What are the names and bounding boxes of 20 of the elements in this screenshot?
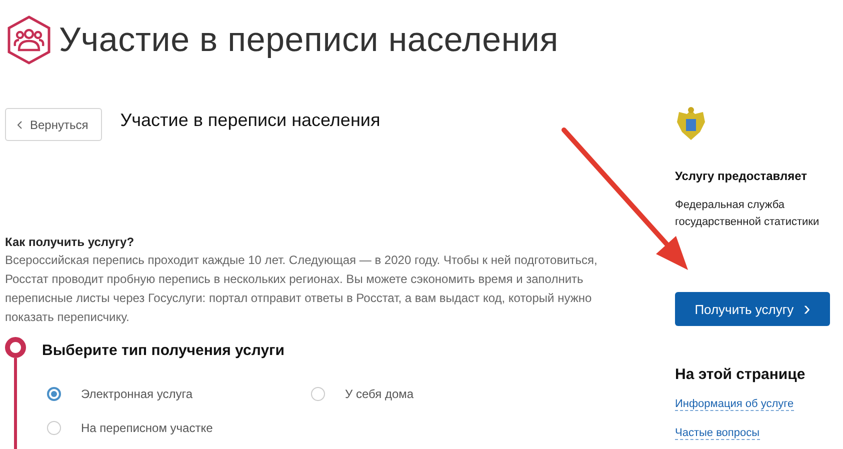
radio-button[interactable]: [47, 421, 61, 435]
option-label[interactable]: Электронная услуга: [81, 387, 193, 401]
info-text: Всероссийская перепись проходит каждые 10 лет. Следующая — в 2020 году. Чтобы к ней подготовиться, Росстат проводит пробную перепись в нескольких регионах. Вы можете сэкономить время и заполнить переписные листы через Госуслуги: портал отправит ответы в Росстат, а вам выдаст код, который нужно показать переписчику.: [5, 252, 598, 326]
page-link[interactable]: Частые вопросы: [675, 427, 760, 440]
service-title: Участие в переписи населения: [120, 110, 380, 131]
step-title: Выберите тип получения услуги: [42, 342, 286, 359]
provider-heading: Услугу предоставляет: [675, 169, 808, 183]
chevron-left-icon: [17, 120, 22, 128]
page-title: Участие в переписи населения: [59, 20, 558, 60]
people-icon: [5, 14, 53, 66]
page-link[interactable]: Информация об услуге: [675, 398, 794, 411]
back-button[interactable]: Вернуться: [5, 108, 102, 141]
option-label[interactable]: У себя дома: [345, 387, 414, 401]
info-heading: Как получить услугу?: [5, 235, 136, 249]
radio-button[interactable]: [311, 387, 325, 401]
option-label[interactable]: На переписном участке: [81, 421, 213, 435]
provider-name: Федеральная служба государственной статистики: [675, 198, 820, 230]
radio-button[interactable]: [47, 387, 61, 401]
get-service-button[interactable]: Получить услугу ›: [675, 292, 830, 326]
on-page-heading: На этой странице: [675, 366, 806, 383]
